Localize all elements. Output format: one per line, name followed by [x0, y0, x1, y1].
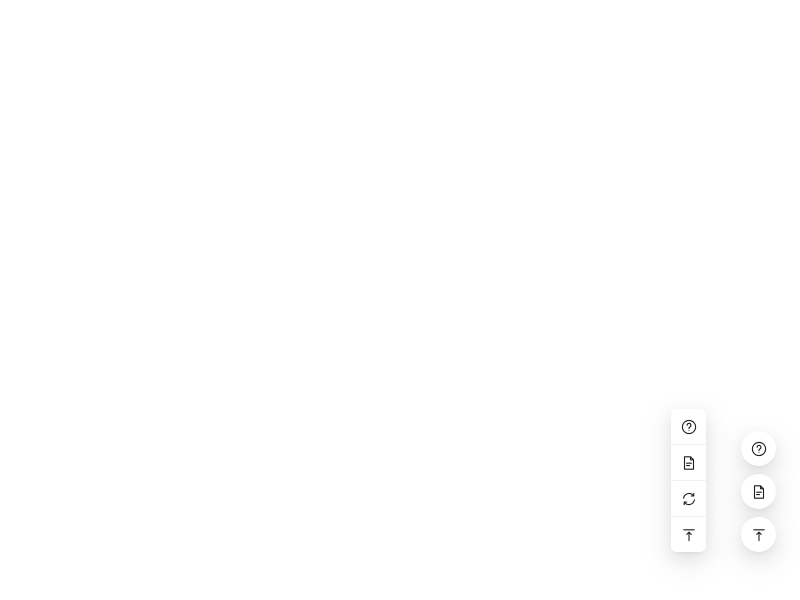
- vertical-align-top-icon: [751, 527, 767, 543]
- question-circle-icon: [681, 419, 697, 435]
- back-to-top-button[interactable]: [671, 517, 706, 552]
- page: [0, 0, 800, 600]
- sync-button[interactable]: [671, 481, 706, 517]
- sync-icon: [681, 491, 697, 507]
- file-text-icon: [681, 455, 697, 471]
- question-circle-icon: [751, 441, 767, 457]
- document-circle-button[interactable]: [741, 474, 776, 509]
- back-to-top-circle-button[interactable]: [741, 517, 776, 552]
- vertical-align-top-icon: [681, 527, 697, 543]
- document-button[interactable]: [671, 445, 706, 481]
- help-circle-button[interactable]: [741, 431, 776, 466]
- file-text-icon: [751, 484, 767, 500]
- help-button[interactable]: [671, 409, 706, 445]
- float-button-group-square: [671, 409, 706, 552]
